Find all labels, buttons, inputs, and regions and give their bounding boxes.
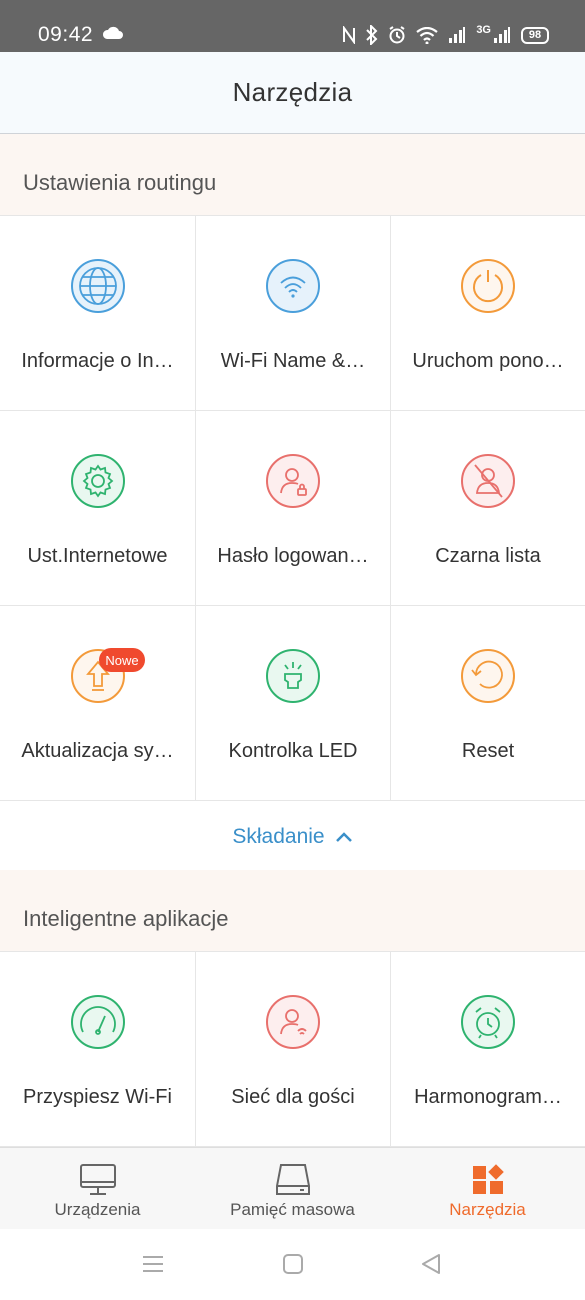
- tool-label: Czarna lista: [435, 545, 541, 567]
- status-time: 09:42: [38, 23, 94, 46]
- tab-tools[interactable]: Narzędzia: [390, 1148, 585, 1229]
- power-icon: [460, 258, 516, 314]
- tool-internet-settings[interactable]: Ust.Internetowe: [0, 411, 196, 606]
- tool-internet-info[interactable]: Informacje o In…: [0, 216, 196, 411]
- tool-reset[interactable]: Reset: [391, 606, 585, 801]
- tool-label: Aktualizacja sy…: [21, 740, 174, 762]
- chevron-up-icon: [335, 831, 352, 842]
- tool-label: Kontrolka LED: [228, 740, 358, 762]
- monitor-icon: [79, 1164, 116, 1195]
- nfc-icon: [343, 26, 356, 44]
- tool-label: Uruchom pono…: [412, 350, 564, 372]
- storage-icon: [275, 1164, 310, 1195]
- fold-button[interactable]: Składanie: [0, 803, 585, 870]
- user-blocked-icon: [460, 453, 516, 509]
- tool-label: Sieć dla gości: [231, 1086, 355, 1108]
- cloud-icon: [102, 26, 123, 39]
- alarm-clock-icon: [460, 994, 516, 1050]
- app-header: Narzędzia: [0, 52, 585, 134]
- home-icon[interactable]: [280, 1251, 306, 1277]
- status-bar: 09:42 3G 98: [0, 0, 585, 52]
- alarm-icon: [389, 26, 405, 44]
- wifi-status-icon: [416, 26, 438, 44]
- section-title: Ustawienia routingu: [23, 170, 217, 195]
- tool-label: Wi-Fi Name &…: [220, 350, 366, 372]
- system-nav-bar: [0, 1229, 585, 1300]
- tab-bar: Urządzenia Pamięć masowa Narzędzia: [0, 1147, 585, 1229]
- new-badge: Nowe: [99, 648, 145, 672]
- tab-label: Narzędzia: [449, 1200, 526, 1219]
- tools-icon: [472, 1164, 504, 1194]
- globe-icon: [70, 258, 126, 314]
- network-type: 3G: [476, 24, 491, 36]
- section-header-smart: Inteligentne aplikacje: [0, 870, 585, 952]
- tool-login-password[interactable]: Hasło logowan…: [196, 411, 391, 606]
- tool-wifi-boost[interactable]: Przyspiesz Wi-Fi: [0, 952, 196, 1147]
- tab-label: Urządzenia: [54, 1200, 141, 1219]
- led-icon: [265, 648, 321, 704]
- page-title: Narzędzia: [232, 77, 353, 107]
- tab-storage[interactable]: Pamięć masowa: [195, 1148, 390, 1229]
- tool-system-update[interactable]: Aktualizacja sy…: [0, 606, 196, 801]
- speedometer-icon: [70, 994, 126, 1050]
- tool-reboot[interactable]: Uruchom pono…: [391, 216, 585, 411]
- tab-label: Pamięć masowa: [230, 1200, 355, 1219]
- smart-grid: Przyspiesz Wi-Fi Sieć dla gości Harmonog…: [0, 952, 585, 1147]
- fold-label: Składanie: [232, 824, 325, 848]
- signal-icon: [449, 27, 466, 43]
- tool-blacklist[interactable]: Czarna lista: [391, 411, 585, 606]
- tool-label: Informacje o In…: [21, 350, 174, 372]
- tool-guest-network[interactable]: Sieć dla gości: [196, 952, 391, 1147]
- battery-icon: 98: [521, 26, 549, 44]
- tool-label: Ust.Internetowe: [27, 545, 168, 567]
- back-icon[interactable]: [418, 1251, 444, 1277]
- tool-label: Harmonogram…: [414, 1086, 562, 1108]
- tool-schedule[interactable]: Harmonogram…: [391, 952, 585, 1147]
- section-title: Inteligentne aplikacje: [23, 906, 229, 931]
- tool-wifi-name[interactable]: Wi-Fi Name &…: [196, 216, 391, 411]
- bluetooth-icon: [366, 25, 378, 45]
- section-header-routing: Ustawienia routingu: [0, 134, 585, 216]
- tool-label: Przyspiesz Wi-Fi: [23, 1086, 172, 1108]
- tool-label: Hasło logowan…: [217, 545, 369, 567]
- tool-label: Reset: [461, 740, 515, 762]
- status-icons: 3G 98: [342, 22, 549, 48]
- wifi-icon: [265, 258, 321, 314]
- guest-network-icon: [265, 994, 321, 1050]
- tab-devices[interactable]: Urządzenia: [0, 1148, 195, 1229]
- reset-icon: [460, 648, 516, 704]
- signal-icon-2: [494, 27, 510, 43]
- user-lock-icon: [265, 453, 321, 509]
- routing-grid: Informacje o In… Wi-Fi Name &… Uruchom p…: [0, 216, 585, 801]
- gear-icon: [70, 453, 126, 509]
- menu-icon[interactable]: [140, 1251, 166, 1277]
- tool-led[interactable]: Kontrolka LED: [196, 606, 391, 801]
